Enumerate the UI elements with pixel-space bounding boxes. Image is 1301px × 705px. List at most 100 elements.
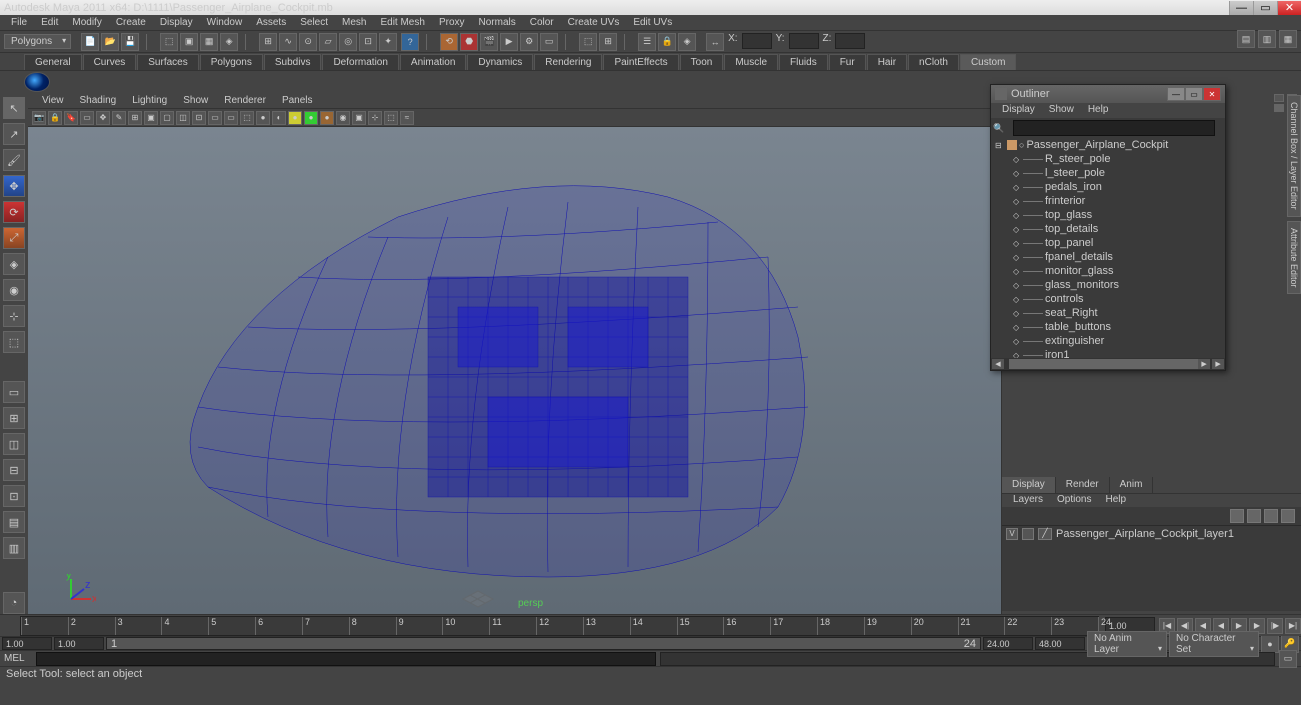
vp-menu-shading[interactable]: Shading	[72, 94, 125, 107]
tree-item[interactable]: ◇R_steer_pole	[991, 152, 1225, 166]
tab-fur[interactable]: Fur	[829, 54, 866, 70]
tab-toon[interactable]: Toon	[680, 54, 724, 70]
menu-modify[interactable]: Modify	[65, 16, 108, 29]
outliner-tree[interactable]: ⊟ ○ Passenger_Airplane_Cockpit ◇R_steer_…	[991, 138, 1225, 358]
tab-animation[interactable]: Animation	[400, 54, 466, 70]
snap-point-icon[interactable]: ⊙	[299, 33, 317, 51]
transform-icon[interactable]: ↔	[706, 33, 724, 51]
outliner-window[interactable]: Outliner — ▭ ✕ Display Show Help 🔍 ⊟ ○ P…	[990, 84, 1226, 371]
snap-plane-icon[interactable]: ▱	[319, 33, 337, 51]
tree-item[interactable]: ◇top_panel	[991, 236, 1225, 250]
new-layer-selected-icon[interactable]	[1281, 509, 1295, 523]
view-cube-icon[interactable]	[1274, 104, 1284, 112]
vp-isolate-icon[interactable]: ◉	[336, 111, 350, 125]
vp-bookmark-icon[interactable]: 🔖	[64, 111, 78, 125]
step-forward-key-button[interactable]: |▶	[1267, 618, 1283, 634]
menu-assets[interactable]: Assets	[249, 16, 293, 29]
vp-expose-icon[interactable]: ⬚	[384, 111, 398, 125]
tree-item[interactable]: ◇frinterior	[991, 194, 1225, 208]
vp-2d-pan-icon[interactable]: ✥	[96, 111, 110, 125]
layers-options-menu[interactable]: Options	[1050, 494, 1098, 507]
paint-select-tool[interactable]: 🖌	[3, 149, 25, 171]
maximize-button[interactable]: ▭	[1253, 1, 1277, 15]
menu-window[interactable]: Window	[200, 16, 250, 29]
panel-pop-icon[interactable]	[1274, 94, 1284, 102]
move-tool[interactable]: ✥	[3, 175, 25, 197]
tab-fluids[interactable]: Fluids	[779, 54, 828, 70]
x-input[interactable]	[742, 33, 772, 49]
z-input[interactable]	[835, 33, 865, 49]
tree-item[interactable]: ◇monitor_glass	[991, 264, 1225, 278]
new-scene-icon[interactable]: 📄	[81, 33, 99, 51]
sidebar-toggle-2-icon[interactable]: ▥	[1258, 30, 1276, 48]
scale-tool[interactable]: ⤢	[3, 227, 25, 249]
render-icon[interactable]: 🎬	[480, 33, 498, 51]
y-input[interactable]	[789, 33, 819, 49]
menu-select[interactable]: Select	[293, 16, 335, 29]
outliner-persp-layout[interactable]: ▤	[3, 511, 25, 533]
tab-surfaces[interactable]: Surfaces	[137, 54, 198, 70]
render-globals-icon[interactable]: ⚙	[520, 33, 538, 51]
snap-live-icon[interactable]: ◎	[339, 33, 357, 51]
snap-view-icon[interactable]: ⊡	[359, 33, 377, 51]
four-pane-layout[interactable]: ⊞	[3, 407, 25, 429]
move-layer-up-icon[interactable]	[1230, 509, 1244, 523]
go-to-end-button[interactable]: ▶|	[1285, 618, 1301, 634]
quick-select-icon[interactable]: ☰	[638, 33, 656, 51]
range-end-inner[interactable]: 24.00	[983, 637, 1033, 650]
input-line-icon[interactable]: ⬚	[579, 33, 597, 51]
open-scene-icon[interactable]: 📂	[101, 33, 119, 51]
vp-motion-icon[interactable]: ≈	[400, 111, 414, 125]
layers-menu[interactable]: Layers	[1006, 494, 1050, 507]
vp-shaded-icon[interactable]: ●	[256, 111, 270, 125]
vp-menu-panels[interactable]: Panels	[274, 94, 321, 107]
command-input[interactable]	[36, 652, 656, 666]
history-icon[interactable]: ⟲	[440, 33, 458, 51]
minimize-button[interactable]: —	[1229, 1, 1253, 15]
tab-muscle[interactable]: Muscle	[724, 54, 778, 70]
rotate-tool[interactable]: ⟳	[3, 201, 25, 223]
render-view-icon[interactable]: ▭	[540, 33, 558, 51]
snap-toggle-icon[interactable]: ✦	[379, 33, 397, 51]
shelf-sphere-icon[interactable]	[24, 72, 50, 92]
cmd-language-label[interactable]: MEL	[4, 653, 32, 664]
vp-film-gate-icon[interactable]: ▣	[144, 111, 158, 125]
vp-hq-icon[interactable]: ●	[320, 111, 334, 125]
layer-color-swatch[interactable]: ╱	[1038, 528, 1052, 540]
collapse-icon[interactable]: ⊟	[995, 141, 1005, 150]
vp-wireframe-icon[interactable]: ⬚	[240, 111, 254, 125]
vp-grease-icon[interactable]: ✎	[112, 111, 126, 125]
vp-lock-camera-icon[interactable]: 🔒	[48, 111, 62, 125]
scroll-right-icon[interactable]: ▶	[1198, 359, 1210, 369]
vp-shadows-icon[interactable]: ●	[304, 111, 318, 125]
tree-item[interactable]: ◇top_glass	[991, 208, 1225, 222]
tree-root[interactable]: ⊟ ○ Passenger_Airplane_Cockpit	[991, 138, 1225, 152]
new-empty-layer-icon[interactable]	[1264, 509, 1278, 523]
menu-file[interactable]: File	[4, 16, 34, 29]
two-pane-stack-layout[interactable]: ⊟	[3, 459, 25, 481]
tree-item[interactable]: ◇top_details	[991, 222, 1225, 236]
universal-manip-tool[interactable]: ◈	[3, 253, 25, 275]
tree-item[interactable]: ◇glass_monitors	[991, 278, 1225, 292]
mode-dropdown[interactable]: Polygons	[4, 34, 71, 49]
tab-display-layers[interactable]: Display	[1002, 477, 1056, 493]
close-button[interactable]: ✕	[1277, 1, 1301, 15]
vp-menu-lighting[interactable]: Lighting	[124, 94, 175, 107]
vp-select-camera-icon[interactable]: 📷	[32, 111, 46, 125]
show-manip-tool[interactable]: ⊹	[3, 305, 25, 327]
tree-item[interactable]: ◇controls	[991, 292, 1225, 306]
vp-menu-renderer[interactable]: Renderer	[216, 94, 274, 107]
menu-edit[interactable]: Edit	[34, 16, 65, 29]
tab-polygons[interactable]: Polygons	[200, 54, 263, 70]
two-pane-side-layout[interactable]: ◫	[3, 433, 25, 455]
lasso-tool[interactable]: ↗	[3, 123, 25, 145]
auto-key-button[interactable]: ●	[1261, 635, 1279, 653]
tab-curves[interactable]: Curves	[83, 54, 137, 70]
highlight-icon[interactable]: ◈	[678, 33, 696, 51]
last-tool[interactable]: ⬚	[3, 331, 25, 353]
tree-item[interactable]: ◇l_steer_pole	[991, 166, 1225, 180]
tree-item[interactable]: ◇seat_Right	[991, 306, 1225, 320]
tab-anim-layers[interactable]: Anim	[1110, 477, 1154, 493]
menu-normals[interactable]: Normals	[472, 16, 523, 29]
move-layer-down-icon[interactable]	[1247, 509, 1261, 523]
